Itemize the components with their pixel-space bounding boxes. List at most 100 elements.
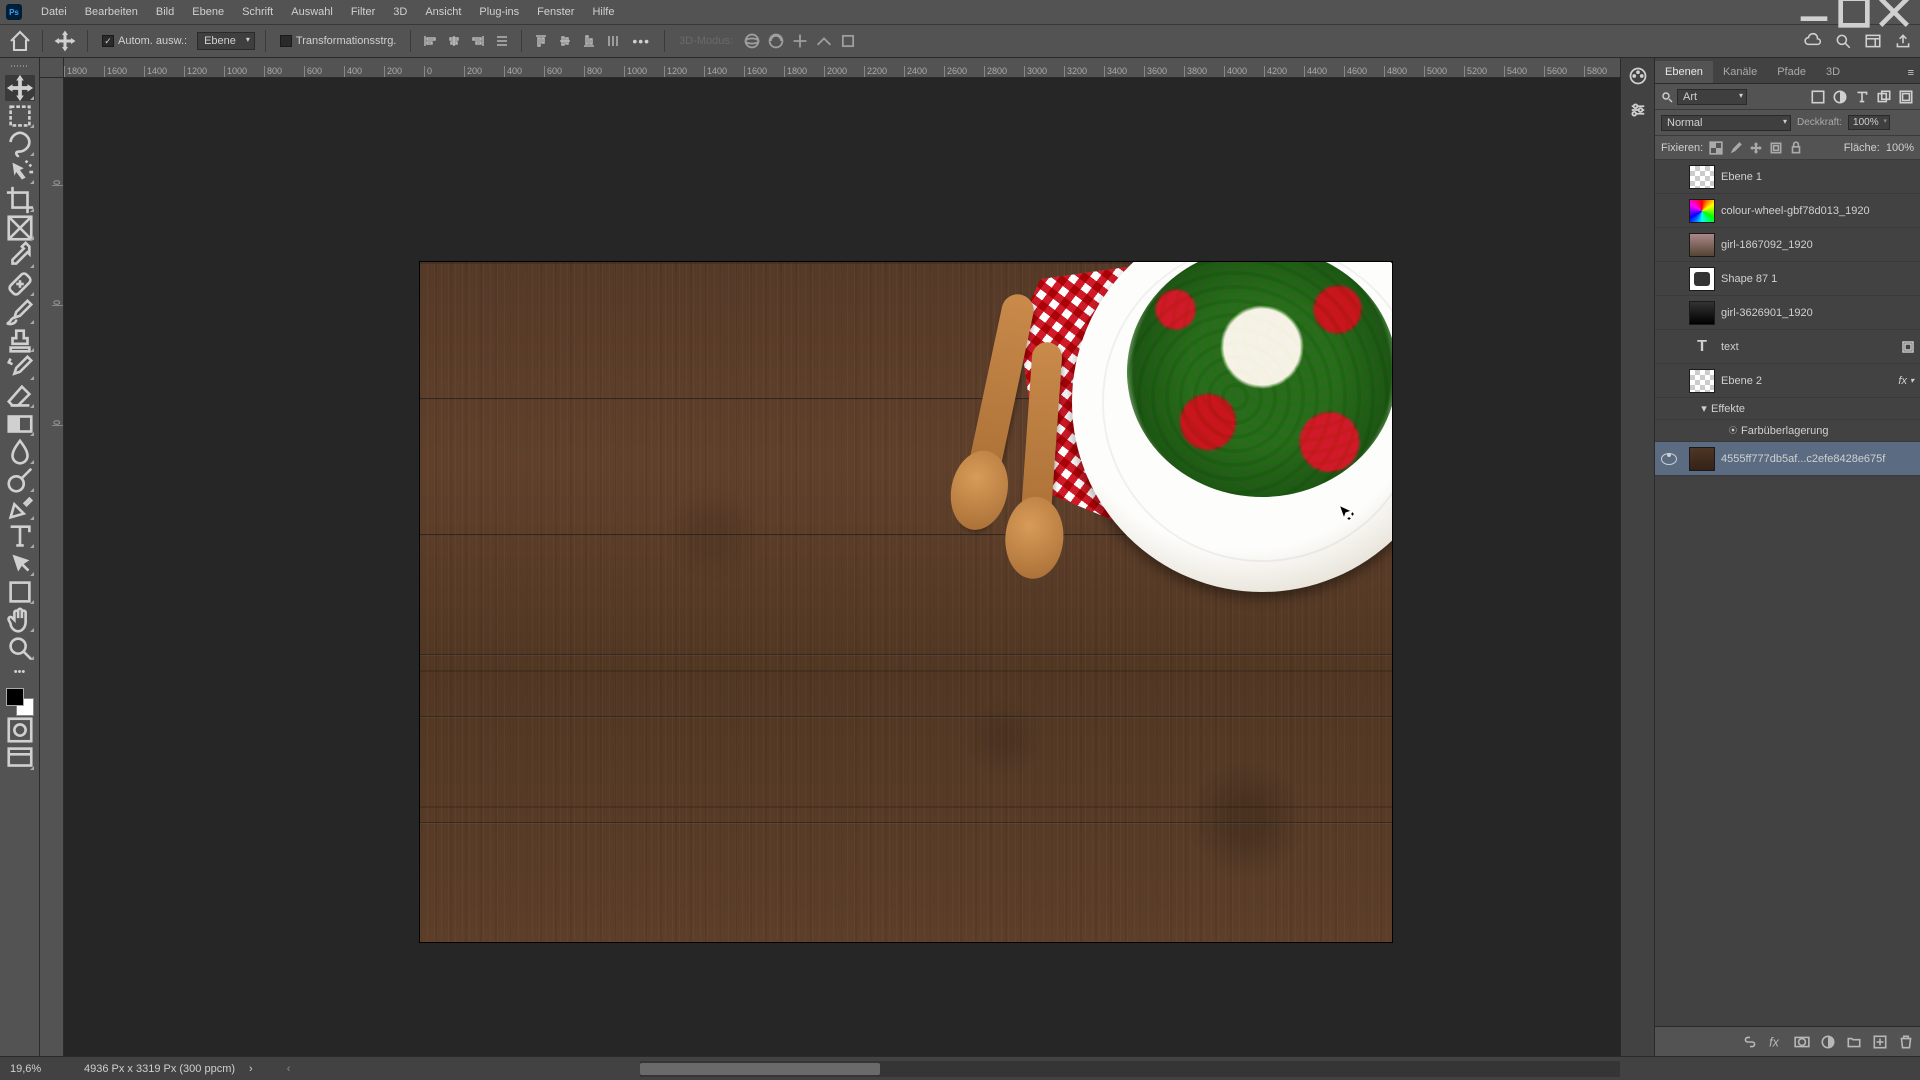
properties-panel-icon[interactable] — [1628, 100, 1648, 120]
workspace-icon[interactable] — [1864, 32, 1882, 50]
tab-paths[interactable]: Pfade — [1767, 61, 1816, 83]
menu-item[interactable]: 3D — [384, 0, 416, 24]
canvas-area[interactable]: Unbenannt-1 bei 19,6% (4555ff777db5af116… — [40, 58, 1620, 1056]
path-select-tool[interactable] — [5, 551, 35, 577]
layer-name[interactable]: Effekte — [1711, 403, 1914, 415]
align-top-icon[interactable] — [532, 32, 550, 50]
color-panel-icon[interactable] — [1628, 66, 1648, 86]
menu-item[interactable]: Datei — [32, 0, 76, 24]
ruler-origin[interactable] — [40, 58, 64, 78]
scroll-left-icon[interactable]: ‹ — [287, 1063, 291, 1075]
cloud-docs-icon[interactable] — [1804, 32, 1822, 50]
quick-select-tool[interactable] — [5, 159, 35, 185]
dodge-tool[interactable] — [5, 467, 35, 493]
lock-transparency-icon[interactable] — [1709, 141, 1723, 155]
tab-channels[interactable]: Kanäle — [1713, 61, 1767, 83]
layer-row[interactable]: girl-1867092_1920 — [1655, 228, 1920, 262]
menu-item[interactable]: Schrift — [233, 0, 282, 24]
filter-pixel-icon[interactable] — [1810, 89, 1826, 105]
layer-group-icon[interactable] — [1846, 1034, 1862, 1050]
horizontal-scrollbar[interactable] — [640, 1061, 1620, 1077]
layer-thumbnail[interactable] — [1689, 267, 1715, 291]
layer-mask-icon[interactable] — [1794, 1034, 1810, 1050]
home-icon[interactable] — [8, 29, 32, 53]
menu-item[interactable]: Ebene — [183, 0, 233, 24]
maximize-icon[interactable] — [1834, 0, 1874, 24]
pen-tool[interactable] — [5, 495, 35, 521]
layer-list[interactable]: Ebene 1colour-wheel-gbf78d013_1920girl-1… — [1655, 160, 1920, 1026]
filter-shape-icon[interactable] — [1876, 89, 1892, 105]
layer-row[interactable]: ⦿Farbüberlagerung — [1655, 420, 1920, 442]
layer-row[interactable]: Ebene 1 — [1655, 160, 1920, 194]
layer-row[interactable]: text — [1655, 330, 1920, 364]
lock-pixels-icon[interactable] — [1729, 141, 1743, 155]
foreground-swatch[interactable] — [6, 688, 24, 706]
tab-layers[interactable]: Ebenen — [1655, 61, 1713, 83]
menu-item[interactable]: Filter — [342, 0, 384, 24]
align-hcenter-icon[interactable] — [445, 32, 463, 50]
history-brush-tool[interactable] — [5, 355, 35, 381]
doc-info[interactable]: 4936 Px x 3319 Px (300 ppcm) — [84, 1063, 235, 1075]
layer-fx-badge[interactable]: fx ▾ — [1898, 375, 1914, 387]
canvas-document[interactable] — [420, 262, 1392, 942]
filter-smart-icon[interactable] — [1898, 89, 1914, 105]
layer-thumbnail[interactable] — [1689, 369, 1715, 393]
visibility-toggle[interactable] — [1655, 453, 1683, 465]
menu-item[interactable]: Hilfe — [583, 0, 623, 24]
blur-tool[interactable] — [5, 439, 35, 465]
align-bottom-icon[interactable] — [580, 32, 598, 50]
lock-all-icon[interactable] — [1789, 141, 1803, 155]
link-layers-icon[interactable] — [1742, 1034, 1758, 1050]
menu-item[interactable]: Fenster — [528, 0, 583, 24]
layer-row[interactable]: Ebene 2fx ▾ — [1655, 364, 1920, 398]
layer-name[interactable]: girl-1867092_1920 — [1721, 239, 1914, 251]
panel-menu-icon[interactable]: ≡ — [1902, 63, 1920, 83]
blend-mode-dropdown[interactable]: Normal — [1661, 115, 1791, 131]
distribute-v-icon[interactable] — [604, 32, 622, 50]
menu-item[interactable]: Bild — [147, 0, 183, 24]
move-tool-icon[interactable] — [53, 29, 77, 53]
effects-chevron-icon[interactable]: ▾ — [1697, 402, 1711, 415]
auto-select-checkbox[interactable]: Autom. ausw.: — [98, 35, 191, 47]
info-chevron-icon[interactable]: › — [249, 1063, 253, 1075]
healing-tool[interactable] — [5, 271, 35, 297]
zoom-tool[interactable] — [5, 635, 35, 661]
layer-name[interactable]: 4555ff777db5af...c2efe8428e675f — [1721, 453, 1914, 465]
share-icon[interactable] — [1894, 32, 1912, 50]
menu-item[interactable]: Bearbeiten — [76, 0, 147, 24]
eyedropper-tool[interactable] — [5, 243, 35, 269]
layer-name[interactable]: girl-3626901_1920 — [1721, 307, 1914, 319]
search-icon[interactable] — [1834, 32, 1852, 50]
new-layer-icon[interactable] — [1872, 1034, 1888, 1050]
layer-thumbnail[interactable] — [1689, 233, 1715, 257]
toolbox-grip[interactable] — [6, 62, 34, 70]
layer-row[interactable]: girl-3626901_1920 — [1655, 296, 1920, 330]
menu-item[interactable]: Ansicht — [416, 0, 470, 24]
close-icon[interactable] — [1874, 0, 1914, 24]
layer-name[interactable]: Ebene 1 — [1721, 171, 1914, 183]
layer-name[interactable]: text — [1721, 341, 1902, 353]
align-right-icon[interactable] — [469, 32, 487, 50]
filter-adjust-icon[interactable] — [1832, 89, 1848, 105]
layer-thumbnail[interactable] — [1689, 447, 1715, 471]
layer-name[interactable]: Shape 87 1 — [1721, 273, 1914, 285]
hand-tool[interactable] — [5, 607, 35, 633]
lasso-tool[interactable] — [5, 131, 35, 157]
layer-thumbnail[interactable] — [1689, 165, 1715, 189]
ruler-vertical[interactable]: 000 — [40, 78, 64, 1056]
more-options-icon[interactable]: ••• — [628, 33, 654, 49]
quickmask-icon[interactable] — [5, 717, 35, 743]
menu-item[interactable]: Auswahl — [282, 0, 342, 24]
layer-thumbnail[interactable] — [1689, 199, 1715, 223]
zoom-value[interactable]: 19,6% — [10, 1063, 70, 1075]
delete-layer-icon[interactable] — [1898, 1034, 1914, 1050]
layer-row[interactable]: 4555ff777db5af...c2efe8428e675f — [1655, 442, 1920, 476]
marquee-tool[interactable] — [5, 103, 35, 129]
shape-tool[interactable] — [5, 579, 35, 605]
crop-tool[interactable] — [5, 187, 35, 213]
stamp-tool[interactable] — [5, 327, 35, 353]
move-tool[interactable] — [5, 75, 35, 101]
layer-row[interactable]: Shape 87 1 — [1655, 262, 1920, 296]
align-vcenter-icon[interactable] — [556, 32, 574, 50]
fill-value[interactable]: 100% — [1886, 142, 1914, 154]
